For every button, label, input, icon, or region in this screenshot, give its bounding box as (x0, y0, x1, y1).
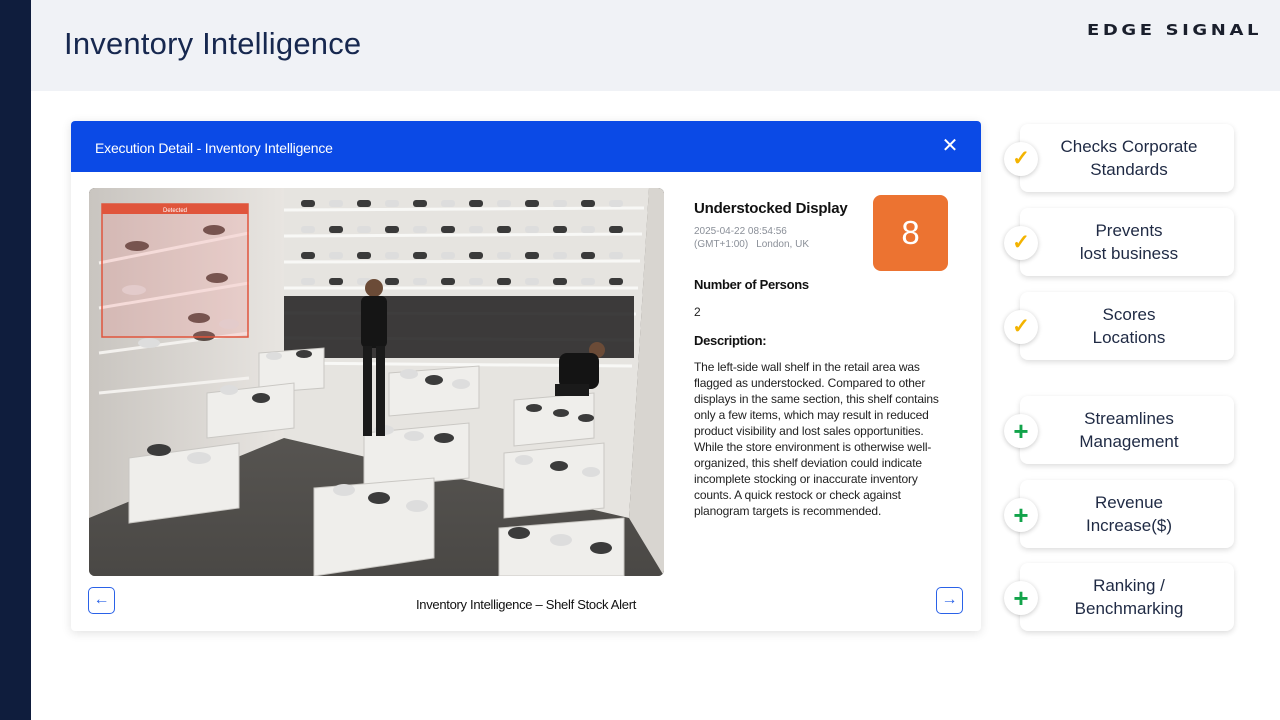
timezone-row: (GMT+1:00) London, UK (694, 238, 809, 251)
feature-line2: lost business (1079, 244, 1179, 263)
detection-label: Detected (163, 208, 187, 214)
feature-line1: Revenue (1094, 493, 1164, 512)
feature-line2: Locations (1092, 328, 1166, 347)
timezone-value: (GMT+1:00) (694, 239, 749, 250)
execution-detail-modal: Execution Detail - Inventory Intelligenc… (71, 121, 981, 631)
modal-header: Execution Detail - Inventory Intelligenc… (71, 121, 981, 172)
check-icon: ✓ (1004, 226, 1038, 260)
arrow-right-icon[interactable]: → (936, 587, 963, 614)
store-photo: Detected (89, 188, 664, 576)
feature-card-lost-business: Prevents lost business (1020, 208, 1234, 276)
plus-icon: + (1004, 581, 1038, 615)
feature-line1: Checks Corporate (1060, 137, 1198, 156)
description-label: Description: (694, 333, 767, 348)
feature-card-ranking-benchmarking: Ranking / Benchmarking (1020, 563, 1234, 631)
timestamp-value: 2025-04-22 08:54:56 (694, 226, 787, 237)
location-value: London, UK (756, 239, 810, 250)
feature-line2: Management (1079, 432, 1179, 451)
feature-line2: Standards (1090, 160, 1168, 179)
image-caption: Inventory Intelligence – Shelf Stock Ale… (415, 597, 637, 612)
alert-timestamp: 2025-04-22 08:54:56 (GMT+1:00) London, UK (694, 225, 809, 251)
left-rail (0, 0, 31, 720)
alert-title: Understocked Display (694, 200, 848, 217)
feature-line1: Ranking / (1093, 576, 1165, 595)
brand-logo: EDGE SIGNAL (1087, 22, 1263, 40)
feature-card-scores-locations: Scores Locations (1020, 292, 1234, 360)
description-text: The left-side wall shelf in the retail a… (694, 360, 939, 518)
page-header: Inventory Intelligence EDGE SIGNAL (31, 0, 1280, 91)
feature-card-streamlines-management: Streamlines Management (1020, 396, 1234, 464)
feature-line2: Benchmarking (1074, 599, 1184, 618)
feature-card-corporate-standards: Checks Corporate Standards (1020, 124, 1234, 192)
feature-card-revenue-increase: Revenue Increase($) (1020, 480, 1234, 548)
plus-icon: + (1004, 498, 1038, 532)
modal-title: Execution Detail - Inventory Intelligenc… (95, 140, 333, 156)
feature-line1: Scores (1102, 305, 1156, 324)
persons-value: 2 (694, 305, 701, 319)
feature-line1: Prevents (1095, 221, 1163, 240)
feature-line2: Increase($) (1086, 516, 1172, 535)
plus-icon: + (1004, 414, 1038, 448)
feature-line1: Streamlines (1084, 409, 1174, 428)
check-icon: ✓ (1004, 142, 1038, 176)
close-icon[interactable]: ✕ (939, 135, 961, 157)
persons-label: Number of Persons (694, 277, 809, 292)
score-badge: 8 (873, 195, 948, 271)
check-icon: ✓ (1004, 310, 1038, 344)
page-title: Inventory Intelligence (64, 26, 362, 61)
